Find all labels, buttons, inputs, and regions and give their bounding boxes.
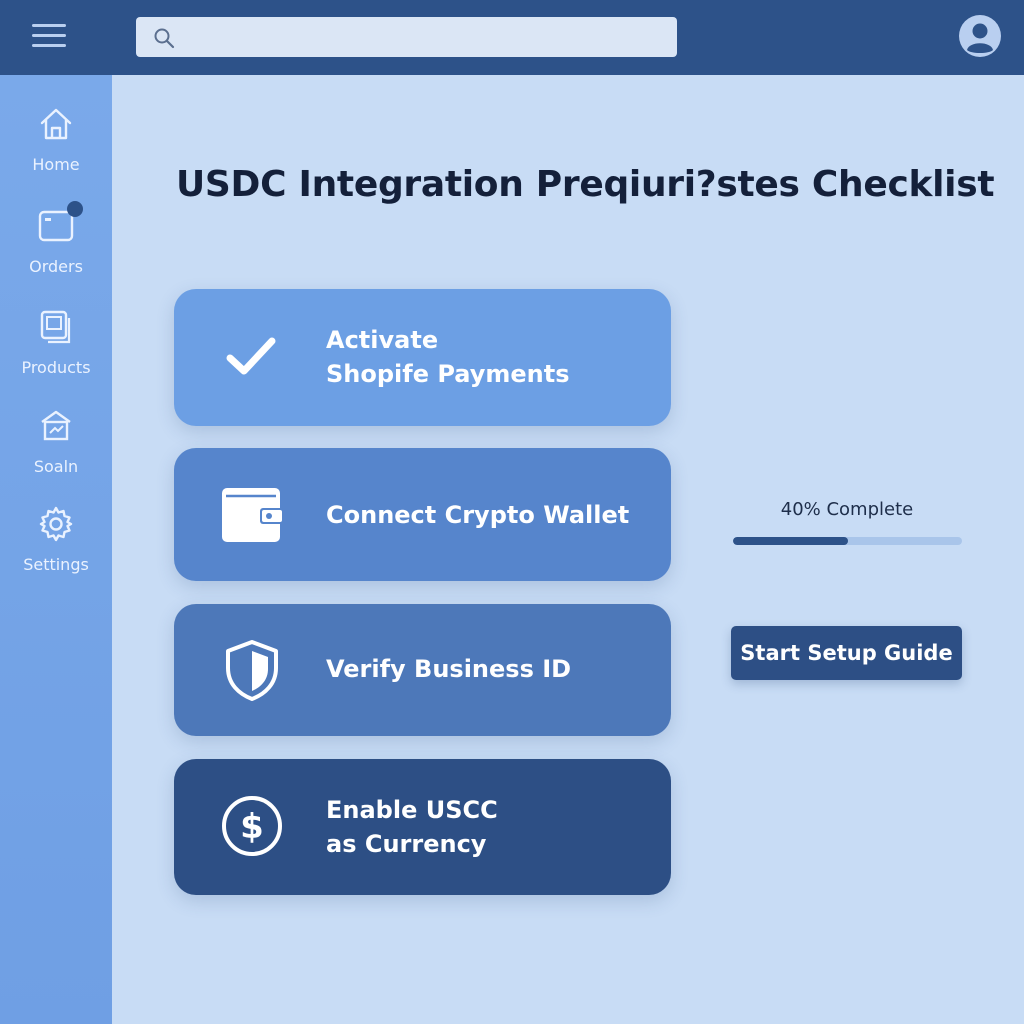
checklist-item-line1: Activate <box>326 326 439 354</box>
progress-bar <box>733 537 962 545</box>
checklist-item-line1: Enable USCC <box>326 796 498 824</box>
sidebar-item-orders[interactable]: Orders <box>0 201 112 297</box>
sidebar-item-label: Home <box>32 155 80 174</box>
sidebar: Home Orders Products Soaln Settings <box>0 75 112 1024</box>
sidebar-item-store[interactable]: Soaln <box>0 407 112 497</box>
wallet-icon <box>222 488 284 542</box>
sidebar-item-home[interactable]: Home <box>0 105 112 195</box>
store-icon <box>41 410 71 441</box>
hamburger-menu-icon[interactable] <box>32 24 66 52</box>
shield-icon <box>226 640 278 701</box>
sidebar-item-products[interactable]: Products <box>0 308 112 398</box>
check-icon <box>226 337 276 375</box>
sidebar-item-label: Soaln <box>33 457 79 476</box>
top-bar <box>0 0 1024 75</box>
user-avatar-icon[interactable] <box>958 14 1002 58</box>
products-icon <box>40 310 71 344</box>
progress-label: 40% Complete <box>780 499 914 520</box>
notification-badge <box>67 201 83 217</box>
search-bar[interactable] <box>136 17 677 57</box>
checklist-item-line2: as Currency <box>326 830 487 858</box>
checklist-item-connect-wallet[interactable]: Connect Crypto Wallet <box>174 448 671 581</box>
gear-icon <box>39 506 73 542</box>
sidebar-item-label: Orders <box>29 257 83 276</box>
checklist-item-line2: Shopife Payments <box>326 360 570 388</box>
search-input[interactable] <box>186 17 666 57</box>
start-setup-guide-button[interactable]: Start Setup Guide <box>731 626 962 680</box>
svg-text:$: $ <box>240 807 264 847</box>
home-icon <box>40 108 72 140</box>
checklist-item-activate-payments[interactable]: Activate Shopife Payments <box>174 289 671 426</box>
progress-bar-fill <box>733 537 848 545</box>
search-icon <box>154 28 175 49</box>
page-title: USDC Integration Preqiuri?stes Checklist <box>176 164 995 205</box>
checklist-item-enable-usdc[interactable]: $ Enable USCC as Currency <box>174 759 671 895</box>
checklist-item-line1: Connect Crypto Wallet <box>326 501 630 529</box>
sidebar-item-settings[interactable]: Settings <box>0 505 112 595</box>
dollar-icon: $ <box>222 796 282 856</box>
checklist-item-verify-business[interactable]: Verify Business ID <box>174 604 671 736</box>
sidebar-item-label: Settings <box>23 555 89 574</box>
checklist-item-line1: Verify Business ID <box>326 655 572 683</box>
sidebar-item-label: Products <box>21 358 91 377</box>
